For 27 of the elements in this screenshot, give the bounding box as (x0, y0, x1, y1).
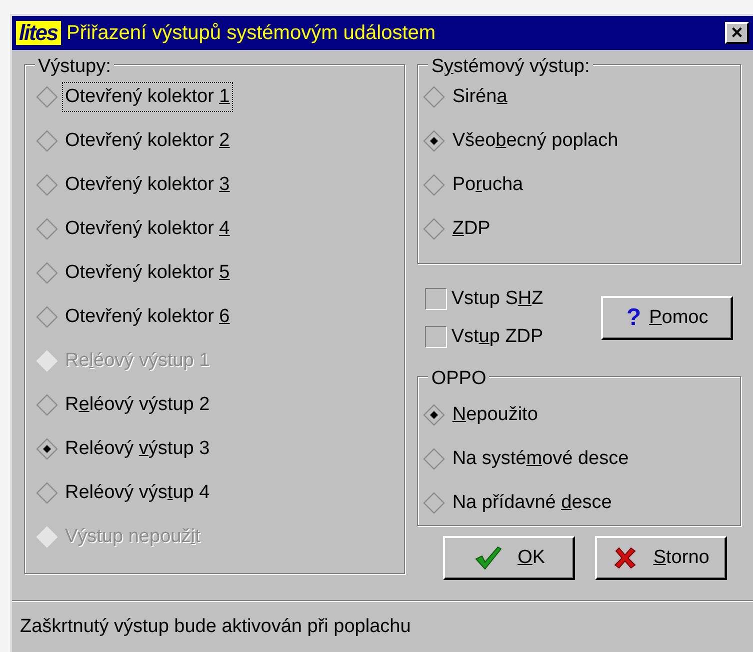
checkbox[interactable] (425, 288, 448, 310)
ok-button[interactable]: OK (443, 536, 576, 580)
radio-button[interactable]: Otevřený kolektor 5 (35, 251, 404, 295)
radio-button[interactable]: Reléový výstup 4 (35, 471, 404, 515)
radio-button[interactable]: Na přídavné desce (422, 481, 740, 525)
radio-button[interactable]: Otevřený kolektor 2 (35, 119, 404, 163)
radio-button[interactable]: ZDP (422, 207, 740, 251)
radio-button[interactable]: Otevřený kolektor 6 (35, 295, 404, 339)
radio-button[interactable]: Na systémové desce (422, 437, 740, 481)
logo: lites (16, 21, 61, 45)
radio-button[interactable]: Reléový výstup 3 (35, 427, 404, 471)
radio-button[interactable]: Porucha (422, 163, 740, 207)
close-button[interactable]: × (725, 22, 749, 44)
radio-button[interactable]: Všeobecný poplach (422, 119, 740, 163)
cancel-button[interactable]: Storno (595, 536, 728, 580)
radio-button[interactable]: Reléový výstup 2 (35, 383, 404, 427)
radio-button[interactable]: Otevřený kolektor 4 (35, 207, 404, 251)
checkbox-label: Vstup ZDP (451, 325, 544, 349)
checkbox-label: Vstup SHZ (451, 286, 544, 310)
radio-button[interactable]: Nepoužito (422, 393, 740, 437)
check-icon (474, 545, 502, 571)
cross-icon (613, 546, 638, 570)
radio-button[interactable]: Otevřený kolektor 3 (35, 163, 404, 207)
status-text: Zaškrtnutý výstup bude aktivován při poplachu (20, 614, 411, 639)
window-title: Přiřazení výstupů systémovým událostem (66, 21, 437, 46)
help-button[interactable]: ? Pomoc (601, 296, 734, 340)
checkbox[interactable] (425, 326, 448, 348)
